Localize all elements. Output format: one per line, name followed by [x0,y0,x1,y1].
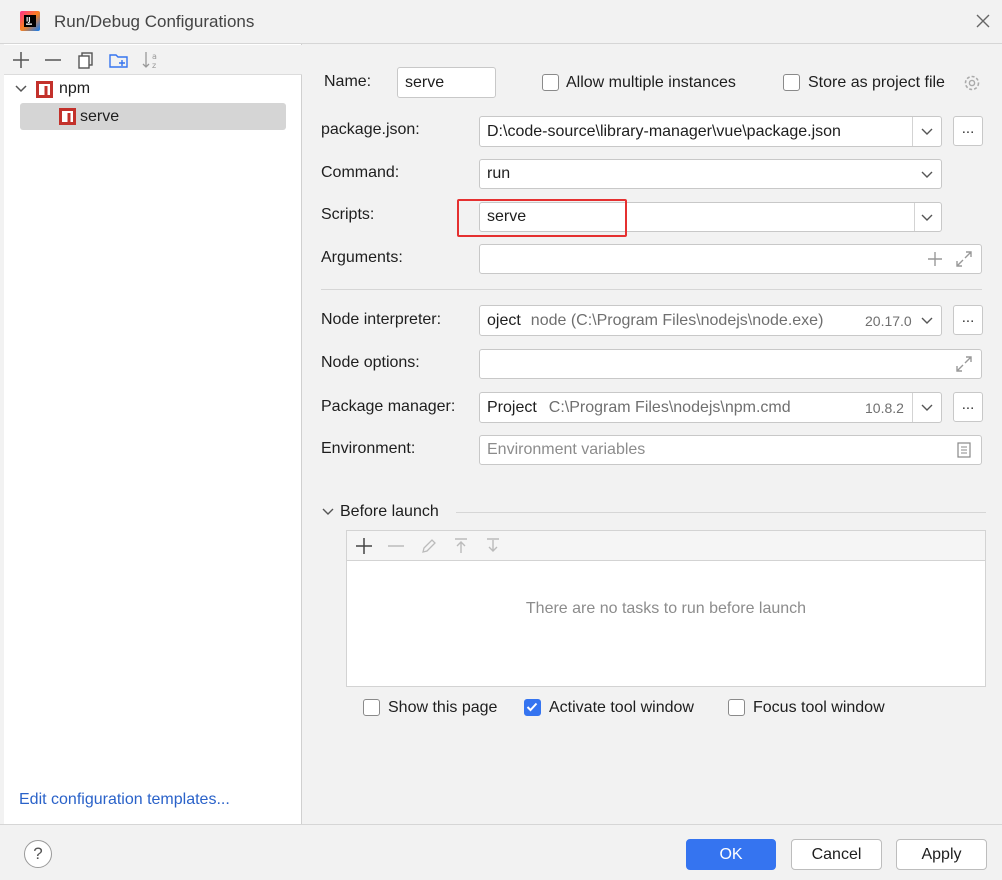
svg-text:IJ: IJ [26,17,30,24]
chevron-down-icon[interactable] [920,313,934,327]
combo-divider [912,393,913,422]
allow-multiple-label: Allow multiple instances [566,74,736,91]
cancel-button[interactable]: Cancel [791,839,882,870]
node-interpreter-prefix: oject [487,311,521,329]
environment-input[interactable]: Environment variables [479,435,982,465]
move-up-icon [451,536,471,556]
browse-node-interpreter-button[interactable]: ... [953,305,983,335]
activate-tool-window-label: Activate tool window [549,699,694,716]
command-value: run [487,165,511,182]
allow-multiple-checkbox[interactable] [542,74,559,91]
move-down-icon [483,536,503,556]
chevron-down-icon[interactable] [14,82,28,96]
chevron-down-icon[interactable] [920,124,934,138]
npm-icon [59,108,76,125]
highlight-box [457,199,627,237]
package-manager-label: Package manager: [321,398,456,415]
ok-button[interactable]: OK [686,839,776,870]
npm-icon [36,81,53,98]
node-options-label: Node options: [321,354,420,371]
add-icon[interactable] [354,536,374,556]
name-label: Name: [324,73,372,90]
sort-icon[interactable]: az [140,49,162,71]
new-folder-icon[interactable] [108,49,130,71]
node-version: 20.17.0 [865,313,912,329]
before-launch-title[interactable]: Before launch [340,503,439,521]
edit-icon [419,536,439,556]
gear-icon[interactable] [962,73,982,93]
environment-label: Environment: [321,440,416,457]
package-json-value: D:\code-source\library-manager\vue\packa… [487,122,841,140]
focus-tool-window-checkbox[interactable] [728,699,745,716]
document-icon[interactable] [955,441,973,459]
package-manager-path: C:\Program Files\nodejs\npm.cmd [548,398,791,416]
expand-icon[interactable] [954,249,974,269]
svg-text:z: z [152,61,156,70]
package-manager-prefix: Project [487,398,537,416]
scripts-label: Scripts: [321,206,375,223]
copy-icon[interactable] [75,49,97,71]
intellij-logo-icon: IJ [20,11,40,31]
name-input[interactable]: serve [397,67,496,98]
configuration-tree-panel [4,44,302,824]
browse-package-manager-button[interactable]: ... [953,392,983,422]
before-launch-list[interactable] [346,560,986,687]
separator [456,512,986,513]
chevron-down-icon[interactable] [920,400,934,414]
tree-group-npm[interactable]: npm [59,80,90,98]
expand-icon[interactable] [954,354,974,374]
combo-divider [912,117,913,146]
focus-tool-window-label: Focus tool window [753,699,885,716]
edit-templates-link[interactable]: Edit configuration templates... [19,791,230,809]
show-page-label: Show this page [388,699,498,716]
arguments-input[interactable] [479,244,982,274]
combo-divider [914,203,915,231]
command-select[interactable]: run [479,159,942,189]
command-label: Command: [321,164,400,181]
svg-text:a: a [152,52,157,61]
add-argument-icon[interactable] [926,250,944,268]
chevron-down-icon[interactable] [920,210,934,224]
tree-item-serve-label: serve [80,108,120,125]
package-json-label: package.json: [321,121,420,138]
browse-package-json-button[interactable]: ... [953,116,983,146]
separator [321,289,982,290]
checkmark-icon [526,702,538,712]
node-options-input[interactable] [479,349,982,379]
close-icon[interactable] [972,10,994,32]
chevron-down-icon[interactable] [920,167,934,181]
remove-icon[interactable] [42,49,64,71]
node-interpreter-path: node (C:\Program Files\nodejs\node.exe) [530,311,824,329]
npm-version: 10.8.2 [865,400,904,416]
show-page-checkbox[interactable] [363,699,380,716]
help-button[interactable]: ? [24,840,52,868]
add-icon[interactable] [10,49,32,71]
chevron-down-icon[interactable] [321,505,335,519]
before-launch-empty-text: There are no tasks to run before launch [525,600,807,617]
arguments-label: Arguments: [321,249,403,266]
store-project-file-label: Store as project file [808,74,945,91]
node-interpreter-label: Node interpreter: [321,311,442,328]
before-launch-toolbar [346,530,986,561]
apply-button[interactable]: Apply [896,839,987,870]
activate-tool-window-checkbox[interactable] [524,699,541,716]
remove-icon [386,536,406,556]
window-title: Run/Debug Configurations [54,12,255,31]
package-json-select[interactable]: D:\code-source\library-manager\vue\packa… [479,116,942,147]
store-project-file-checkbox[interactable] [783,74,800,91]
